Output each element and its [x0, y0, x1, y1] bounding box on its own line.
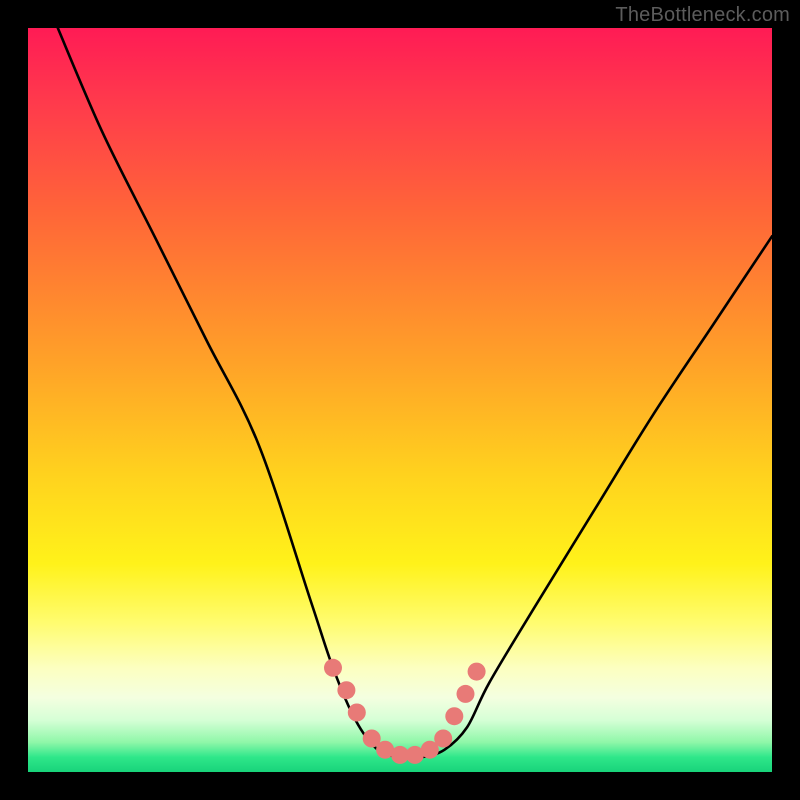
bead-marker [348, 704, 366, 722]
bead-marker [337, 681, 355, 699]
plot-area [28, 28, 772, 772]
chart-frame: TheBottleneck.com [0, 0, 800, 800]
bead-marker [434, 730, 452, 748]
bead-marker [457, 685, 475, 703]
bead-marker [324, 659, 342, 677]
curve-layer [28, 28, 772, 772]
bottleneck-curve [58, 28, 772, 758]
bead-marker [468, 663, 486, 681]
bead-markers [324, 659, 486, 764]
bead-marker [445, 707, 463, 725]
watermark-text: TheBottleneck.com [615, 4, 790, 27]
